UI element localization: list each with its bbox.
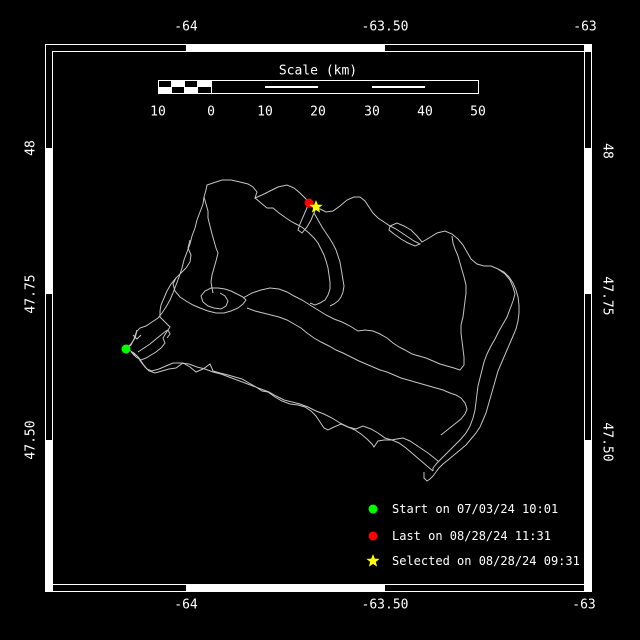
axis-tick-label-top: -64	[174, 19, 198, 35]
scalebar-divider	[184, 81, 185, 93]
axis-tick-label-top: -63	[573, 19, 597, 35]
legend-label: Selected on 08/28/24 09:31	[392, 554, 580, 568]
scalebar-unit-label: 10	[257, 104, 273, 120]
frame-band-bottom-1	[186, 584, 385, 592]
legend-label: Last on 08/28/24 11:31	[392, 529, 551, 543]
scalebar-unit-label: 0	[207, 104, 215, 120]
map-plot: -64 -63.50 -63 -64 -63.50 -63 48 47.75 47.50 4…	[0, 0, 640, 640]
scalebar-unit-label: 30	[364, 104, 380, 120]
scalebar-unit-label: 50	[470, 104, 486, 120]
scalebar-unit-label: 40	[417, 104, 433, 120]
axis-tick-label-right: 47.50	[599, 422, 615, 462]
axis-tick-label-left: 47.75	[23, 274, 39, 314]
scalebar-divider	[171, 81, 172, 93]
frame-band-right-1	[584, 148, 592, 294]
scalebar-title: Scale (km)	[278, 63, 358, 79]
scalebar-unit-label: 20	[310, 104, 326, 120]
frame-band-right-2	[584, 440, 592, 592]
scalebar-stripe	[265, 86, 318, 88]
scalebar-checker-cell	[198, 81, 211, 87]
frame-band-left-1	[45, 148, 53, 294]
frame-band-top-2	[584, 44, 592, 52]
axis-tick-label-bottom: -63.50	[361, 597, 409, 613]
axis-tick-label-right: 48	[599, 143, 615, 159]
scalebar-divider	[211, 81, 212, 93]
scalebar-stripe	[372, 86, 425, 88]
axis-tick-label-bottom: -64	[174, 597, 198, 613]
axis-tick-label-right: 47.75	[599, 276, 615, 316]
scalebar-unit-label: 10	[150, 104, 166, 120]
axis-tick-label-left: 47.50	[23, 420, 39, 460]
axis-tick-label-top: -63.50	[361, 19, 409, 35]
scalebar-divider	[197, 81, 198, 93]
axis-tick-label-bottom: -63	[572, 597, 596, 613]
axis-tick-label-left: 48	[23, 140, 39, 156]
legend-label: Start on 07/03/24 10:01	[392, 502, 559, 516]
frame-band-top-1	[186, 44, 385, 52]
frame-band-left-2	[45, 440, 53, 592]
